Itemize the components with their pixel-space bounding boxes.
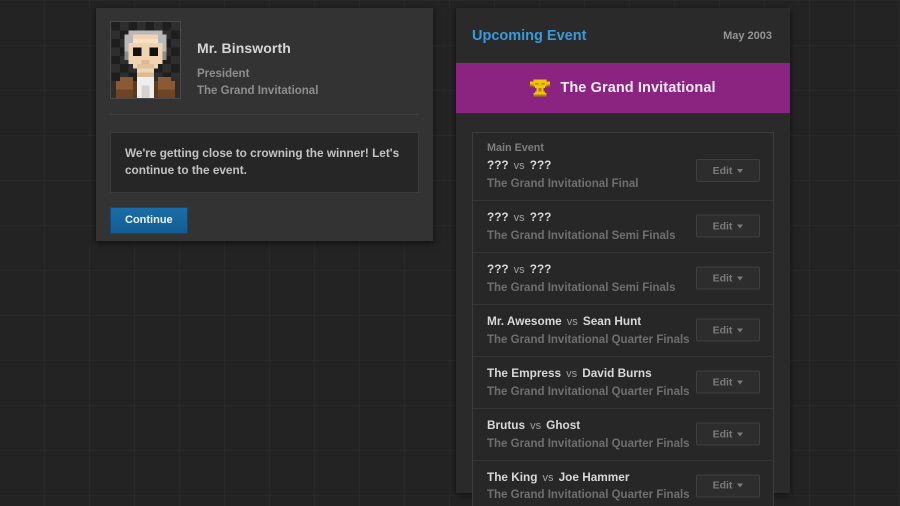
match-tag: Main Event [487, 142, 544, 154]
match-fighter-a: The Empress [487, 365, 562, 380]
edit-match-button[interactable]: Edit [696, 266, 760, 290]
promoter-identity: Mr. Binsworth President The Grand Invita… [181, 21, 318, 97]
dialog-actions: Continue [110, 207, 433, 235]
edit-match-label: Edit [712, 376, 733, 389]
edit-match-label: Edit [712, 324, 733, 337]
match-vs-label: vs [510, 160, 528, 172]
chevron-down-icon [737, 483, 744, 488]
promoter-portrait-pixel-avatar-icon [111, 22, 180, 98]
match-row: Mr. Awesome vs Sean Hunt The Grand Invita… [473, 305, 773, 357]
match-fighter-b: Sean Hunt [582, 313, 642, 328]
chevron-down-icon [737, 380, 744, 385]
edit-match-button[interactable]: Edit [696, 422, 760, 446]
chevron-down-icon [737, 168, 744, 173]
match-vs-label: vs [510, 211, 528, 224]
edit-match-label: Edit [712, 220, 733, 233]
match-vs-label: vs [563, 367, 581, 380]
match-fighter-a: Brutus [487, 417, 526, 432]
match-fighter-a: Mr. Awesome [487, 313, 562, 328]
dialog-divider [110, 114, 419, 115]
edit-match-button[interactable]: Edit [696, 474, 760, 498]
match-row: The Empress vs David Burns The Grand Invi… [473, 357, 773, 409]
match-row: ??? vs ??? The Grand Invitational Semi Fi… [473, 253, 773, 305]
match-fighter-b: ??? [529, 158, 552, 172]
event-panel-topbar: Upcoming Event May 2003 [456, 8, 790, 63]
edit-match-button[interactable]: Edit [696, 159, 760, 182]
edit-match-button[interactable]: Edit [696, 214, 760, 238]
match-fighter-a: ??? [487, 209, 509, 224]
edit-match-label: Edit [712, 164, 733, 177]
match-vs-label: vs [563, 315, 581, 328]
match-fighter-a: The King [487, 469, 538, 484]
promoter-header: Mr. Binsworth President The Grand Invita… [96, 8, 433, 99]
match-row: Brutus vs Ghost The Grand Invitational Qu… [473, 409, 773, 461]
match-vs-label: vs [539, 471, 557, 484]
edit-match-label: Edit [712, 272, 733, 285]
match-row: ??? vs ??? The Grand Invitational Semi Fi… [473, 201, 773, 253]
match-fighter-b: David Burns [582, 365, 652, 380]
match-fighter-b: Ghost [546, 417, 581, 432]
match-fighter-a: ??? [487, 158, 509, 172]
chevron-down-icon [737, 328, 744, 333]
match-fighter-b: Joe Hammer [558, 469, 630, 484]
chevron-down-icon [737, 224, 744, 229]
edit-match-button[interactable]: Edit [696, 318, 760, 342]
continue-button[interactable]: Continue [110, 207, 188, 235]
event-banner: The Grand Invitational [456, 63, 790, 113]
match-fighter-b: ??? [529, 261, 552, 276]
trophy-icon [530, 78, 551, 98]
event-banner-title: The Grand Invitational [560, 80, 716, 96]
promoter-dialog: Mr. Binsworth President The Grand Invita… [96, 8, 433, 241]
match-vs-label: vs [510, 263, 528, 276]
promoter-name: Mr. Binsworth [197, 40, 291, 56]
match-card-list: Main Event ??? vs ??? The Grand Invitation… [472, 132, 774, 506]
match-fighter-a: ??? [487, 261, 509, 276]
promoter-company: The Grand Invitational [197, 85, 319, 97]
upcoming-event-panel: Upcoming Event May 2003 The Grand Invita… [456, 8, 790, 506]
match-row: The King vs Joe Hammer The Grand Invitati… [473, 461, 773, 506]
chevron-down-icon [737, 276, 744, 281]
event-date: May 2003 [723, 29, 772, 42]
promoter-avatar [110, 21, 181, 99]
chevron-down-icon [737, 432, 744, 437]
edit-match-label: Edit [712, 479, 733, 492]
match-fighter-b: ??? [529, 209, 552, 224]
edit-match-label: Edit [712, 428, 733, 441]
promoter-role: President [197, 68, 250, 80]
panel-title: Upcoming Event [472, 27, 587, 44]
promoter-message: We're getting close to crowning the winn… [110, 132, 419, 194]
edit-match-button[interactable]: Edit [696, 370, 760, 394]
match-row: Main Event??? vs ??? The Grand Invitation… [473, 133, 773, 201]
match-vs-label: vs [527, 419, 545, 432]
